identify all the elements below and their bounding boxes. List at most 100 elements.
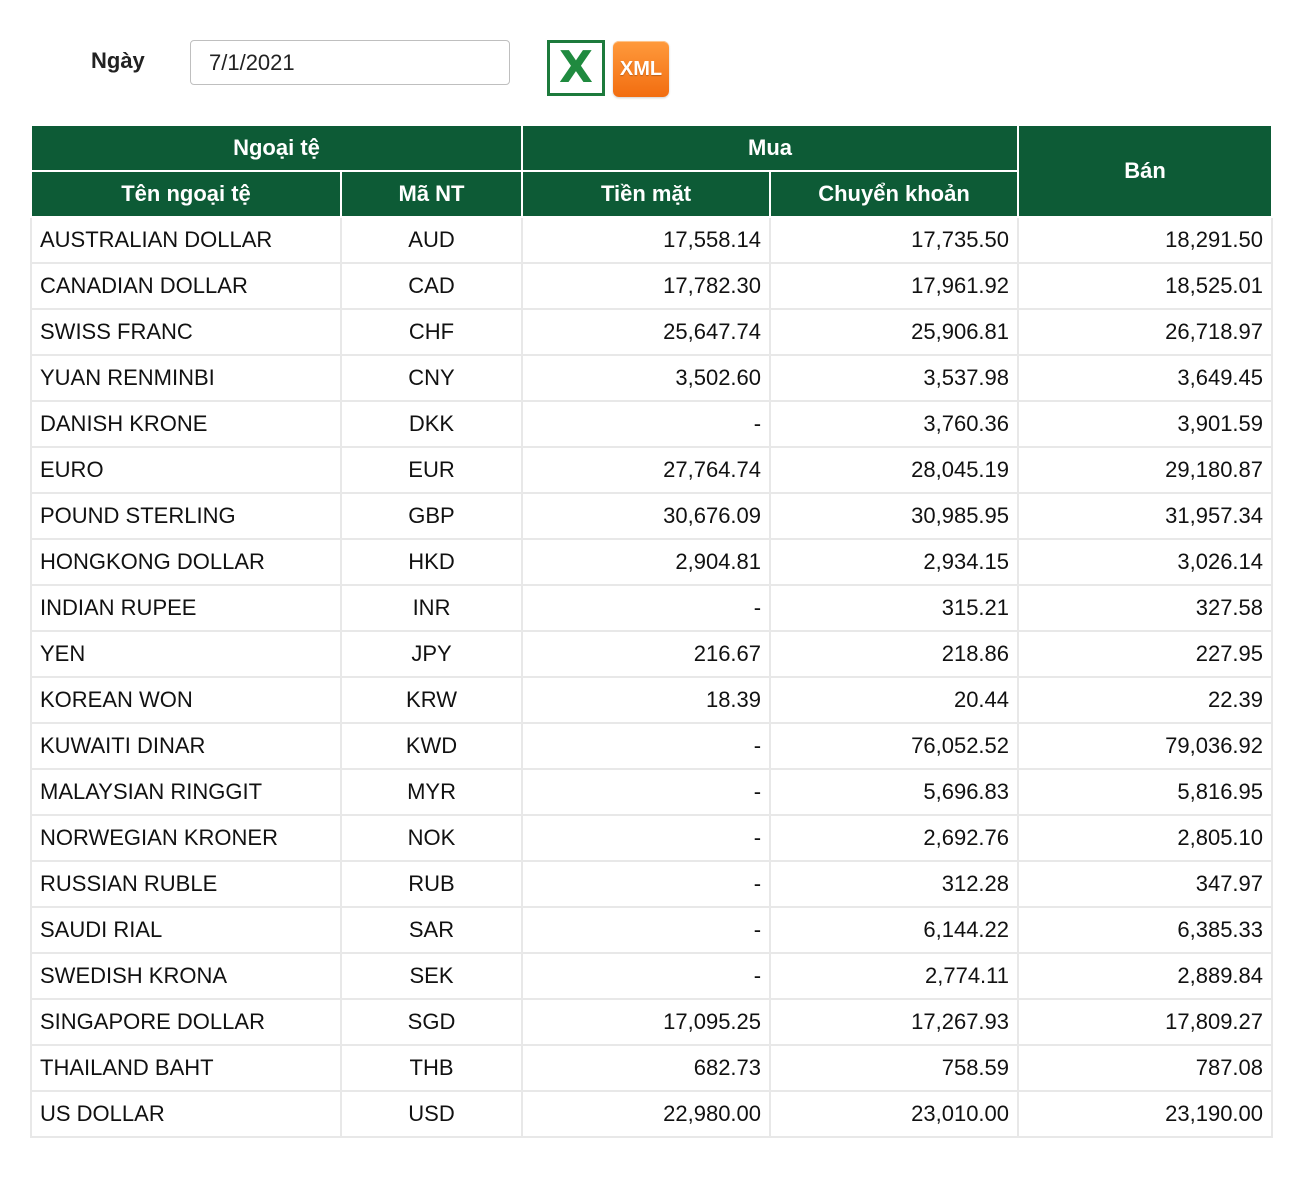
table-row: INDIAN RUPEE INR -315.21 327.58 (30, 584, 1274, 632)
export-excel-button[interactable]: X (547, 40, 605, 96)
table-row: SINGAPORE DOLLAR SGD 17,095.25 17,267.93 17,… (30, 998, 1274, 1046)
currency-name-cell: NORWEGIAN KRONER (30, 814, 342, 862)
currency-code-cell: JPY (339, 630, 524, 678)
table-row: AUSTRALIAN DOLLAR AUD 17,558.14 17,735.50 18… (30, 216, 1274, 264)
transfer-buy-cell: 17,961.92 (769, 262, 1020, 310)
cash-buy-cell: - (521, 768, 772, 816)
currency-name-cell: RUSSIAN RUBLE (30, 860, 342, 908)
header-currency-code: Mã NT (339, 170, 524, 218)
cash-buy-cell: 3,502.60 (521, 354, 772, 402)
currency-name-cell: SWEDISH KRONA (30, 952, 342, 1000)
currency-code-cell: SGD (339, 998, 524, 1046)
date-input[interactable] (190, 40, 510, 85)
cash-buy-cell: 17,095.25 (521, 998, 772, 1046)
sell-rate-cell: 6,385.33 (1017, 906, 1274, 954)
currency-code-cell: HKD (339, 538, 524, 586)
table-body: AUSTRALIAN DOLLAR AUD 17,558.14 17,735.50 18… (30, 216, 1274, 1138)
cash-buy-cell: 25,647.74 (521, 308, 772, 356)
cash-buy-cell: - (521, 860, 772, 908)
sell-rate-cell: 18,291.50 (1017, 216, 1274, 264)
currency-name-cell: POUND STERLING (30, 492, 342, 540)
currency-code-cell: EUR (339, 446, 524, 494)
header-cash: Tiền mặt (521, 170, 772, 218)
currency-name-cell: YEN (30, 630, 342, 678)
sell-rate-cell: 23,190.00 (1017, 1090, 1274, 1138)
sell-rate-cell: 18,525.01 (1017, 262, 1274, 310)
currency-name-cell: HONGKONG DOLLAR (30, 538, 342, 586)
table-row: DANISH KRONE DKK -3,760.36 3,901.59 (30, 400, 1274, 448)
currency-name-cell: KOREAN WON (30, 676, 342, 724)
currency-code-cell: GBP (339, 492, 524, 540)
table-row: YUAN RENMINBI CNY 3,502.60 3,537.98 3,649.45 (30, 354, 1274, 402)
table-row: THAILAND BAHT THB 682.73 758.59 787.08 (30, 1044, 1274, 1092)
table-row: US DOLLAR USD 22,980.00 23,010.00 23,190.00 (30, 1090, 1274, 1138)
cash-buy-cell: 22,980.00 (521, 1090, 772, 1138)
transfer-buy-cell: 23,010.00 (769, 1090, 1020, 1138)
sell-rate-cell: 3,649.45 (1017, 354, 1274, 402)
currency-code-cell: INR (339, 584, 524, 632)
sell-rate-cell: 3,901.59 (1017, 400, 1274, 448)
transfer-buy-cell: 758.59 (769, 1044, 1020, 1092)
cash-buy-cell: - (521, 952, 772, 1000)
currency-code-cell: RUB (339, 860, 524, 908)
cash-buy-cell: 30,676.09 (521, 492, 772, 540)
currency-code-cell: THB (339, 1044, 524, 1092)
sell-rate-cell: 5,816.95 (1017, 768, 1274, 816)
header-currency-name: Tên ngoại tệ (30, 170, 342, 218)
sell-rate-cell: 787.08 (1017, 1044, 1274, 1092)
transfer-buy-cell: 76,052.52 (769, 722, 1020, 770)
currency-code-cell: MYR (339, 768, 524, 816)
transfer-buy-cell: 30,985.95 (769, 492, 1020, 540)
transfer-buy-cell: 3,760.36 (769, 400, 1020, 448)
currency-code-cell: SEK (339, 952, 524, 1000)
header-sell: Bán (1017, 124, 1274, 218)
table-row: KUWAITI DINAR KWD -76,052.52 79,036.92 (30, 722, 1274, 770)
sell-rate-cell: 227.95 (1017, 630, 1274, 678)
currency-name-cell: EURO (30, 446, 342, 494)
currency-code-cell: USD (339, 1090, 524, 1138)
table-row: EURO EUR 27,764.74 28,045.19 29,180.87 (30, 446, 1274, 494)
transfer-buy-cell: 312.28 (769, 860, 1020, 908)
transfer-buy-cell: 2,774.11 (769, 952, 1020, 1000)
table-row: CANADIAN DOLLAR CAD 17,782.30 17,961.92 18,5… (30, 262, 1274, 310)
currency-name-cell: US DOLLAR (30, 1090, 342, 1138)
table-row: MALAYSIAN RINGGIT MYR -5,696.83 5,816.95 (30, 768, 1274, 816)
currency-code-cell: SAR (339, 906, 524, 954)
header-transfer: Chuyển khoản (769, 170, 1020, 218)
sell-rate-cell: 327.58 (1017, 584, 1274, 632)
sell-rate-cell: 3,026.14 (1017, 538, 1274, 586)
sell-rate-cell: 347.97 (1017, 860, 1274, 908)
transfer-buy-cell: 2,692.76 (769, 814, 1020, 862)
currency-code-cell: CHF (339, 308, 524, 356)
header-currency-group: Ngoại tệ (29, 124, 524, 172)
table-row: KOREAN WON KRW 18.39 20.44 22.39 (30, 676, 1274, 724)
transfer-buy-cell: 218.86 (769, 630, 1020, 678)
table-row: HONGKONG DOLLAR HKD 2,904.81 2,934.15 3,026.… (30, 538, 1274, 586)
sell-rate-cell: 2,889.84 (1017, 952, 1274, 1000)
table-header-row-group: Ngoại tệ Mua Bán (29, 124, 1274, 218)
header-buy-group: Mua (521, 124, 1020, 172)
cash-buy-cell: 27,764.74 (521, 446, 772, 494)
sell-rate-cell: 17,809.27 (1017, 998, 1274, 1046)
excel-icon: X (559, 42, 593, 93)
currency-name-cell: THAILAND BAHT (30, 1044, 342, 1092)
sell-rate-cell: 31,957.34 (1017, 492, 1274, 540)
currency-code-cell: CAD (339, 262, 524, 310)
currency-name-cell: SAUDI RIAL (30, 906, 342, 954)
currency-code-cell: KWD (339, 722, 524, 770)
cash-buy-cell: - (521, 814, 772, 862)
date-label: Ngày (91, 48, 145, 73)
currency-code-cell: KRW (339, 676, 524, 724)
currency-code-cell: NOK (339, 814, 524, 862)
table-row: YEN JPY 216.67 218.86 227.95 (30, 630, 1274, 678)
sell-rate-cell: 26,718.97 (1017, 308, 1274, 356)
table-row: SWEDISH KRONA SEK -2,774.11 2,889.84 (30, 952, 1274, 1000)
cash-buy-cell: - (521, 722, 772, 770)
currency-name-cell: SINGAPORE DOLLAR (30, 998, 342, 1046)
transfer-buy-cell: 25,906.81 (769, 308, 1020, 356)
sell-rate-cell: 29,180.87 (1017, 446, 1274, 494)
sell-rate-cell: 22.39 (1017, 676, 1274, 724)
export-xml-button[interactable]: XML (613, 41, 669, 97)
cash-buy-cell: 216.67 (521, 630, 772, 678)
sell-rate-cell: 79,036.92 (1017, 722, 1274, 770)
